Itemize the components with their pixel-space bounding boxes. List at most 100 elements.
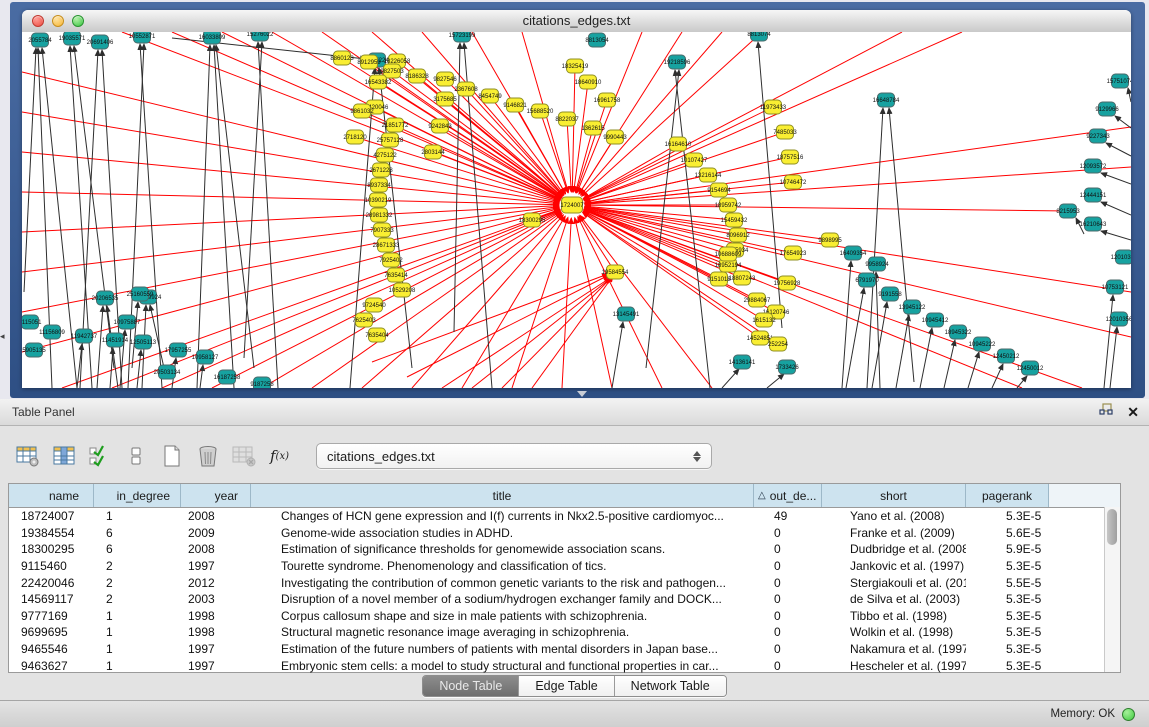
close-window-button[interactable] bbox=[32, 15, 44, 27]
network-edge-black[interactable] bbox=[944, 340, 955, 388]
network-node[interactable]: 16210643 bbox=[1080, 217, 1107, 231]
table-row[interactable]: 2242004622012Investigating the contribut… bbox=[9, 574, 1120, 591]
network-edge-black[interactable] bbox=[1101, 231, 1131, 240]
network-edge-black[interactable] bbox=[1128, 88, 1131, 102]
network-edge-red[interactable] bbox=[162, 210, 560, 388]
network-node[interactable]: 9990443 bbox=[603, 130, 627, 144]
network-edge-black[interactable] bbox=[1017, 376, 1027, 388]
network-node[interactable]: 9129966 bbox=[1095, 102, 1119, 116]
network-edge-black[interactable] bbox=[1101, 173, 1131, 184]
network-node[interactable]: 16409354 bbox=[840, 246, 867, 260]
network-edge-red[interactable] bbox=[22, 112, 559, 203]
table-row[interactable]: 946362711997Embryonic stem cells: a mode… bbox=[9, 657, 1120, 674]
network-edge-red[interactable] bbox=[22, 152, 559, 204]
network-node[interactable]: 28671333 bbox=[373, 238, 400, 252]
network-edge-red[interactable] bbox=[22, 192, 559, 205]
selection-checks-icon[interactable] bbox=[86, 443, 113, 470]
column-header-name[interactable]: name bbox=[9, 484, 94, 507]
network-edge-red[interactable] bbox=[584, 32, 902, 199]
network-node[interactable]: 13945122 bbox=[899, 300, 926, 314]
network-edge-black[interactable] bbox=[1110, 327, 1117, 388]
show-columns-icon[interactable] bbox=[50, 443, 77, 470]
scrollbar-thumb[interactable] bbox=[1107, 509, 1117, 545]
network-edge-black[interactable] bbox=[846, 288, 864, 388]
network-edge-red[interactable] bbox=[585, 205, 1068, 211]
window-titlebar[interactable]: citations_edges.txt bbox=[22, 10, 1131, 33]
network-node[interactable]: 4275122 bbox=[373, 148, 397, 162]
network-node[interactable]: 12444151 bbox=[1080, 188, 1107, 202]
network-node[interactable]: 15459432 bbox=[721, 213, 748, 227]
network-node[interactable]: 9827546 bbox=[433, 72, 457, 86]
network-node[interactable]: 12010356 bbox=[1106, 312, 1131, 326]
network-edge-red[interactable] bbox=[442, 278, 610, 388]
tab-network-table[interactable]: Network Table bbox=[615, 676, 726, 696]
network-node[interactable]: 1362615 bbox=[581, 121, 605, 135]
table-row[interactable]: 911546021997Tourette syndrome. Phenomeno… bbox=[9, 558, 1120, 575]
new-column-icon[interactable] bbox=[158, 443, 185, 470]
network-node[interactable]: 18325419 bbox=[562, 59, 589, 73]
network-node[interactable]: 2055784 bbox=[28, 33, 52, 47]
network-node[interactable]: 10390219 bbox=[365, 193, 392, 207]
network-edge-black[interactable] bbox=[197, 45, 210, 388]
network-edge-red[interactable] bbox=[585, 127, 1131, 203]
network-node[interactable]: 9187258 bbox=[250, 377, 274, 388]
network-node[interactable]: 7635404 bbox=[365, 328, 389, 342]
network-edge-red[interactable] bbox=[577, 32, 642, 193]
minimize-window-button[interactable] bbox=[52, 15, 64, 27]
network-edge-red[interactable] bbox=[562, 218, 571, 388]
network-node[interactable]: 16648784 bbox=[873, 93, 900, 107]
network-node[interactable]: 17957255 bbox=[165, 343, 192, 357]
network-node[interactable]: 9898995 bbox=[818, 233, 842, 247]
table-row[interactable]: 946554611997Estimation of the future num… bbox=[9, 641, 1120, 658]
network-edge-black[interactable] bbox=[258, 42, 278, 388]
network-node[interactable]: 20206535 bbox=[92, 291, 119, 305]
network-edge-red[interactable] bbox=[580, 215, 712, 388]
network-node[interactable]: 7625403 bbox=[352, 313, 376, 327]
table-row[interactable]: 969969511998Structural magnetic resonanc… bbox=[9, 624, 1120, 641]
network-edge-black[interactable] bbox=[216, 45, 254, 368]
network-node[interactable]: 8813074 bbox=[747, 32, 771, 41]
network-edge-black[interactable] bbox=[1106, 143, 1131, 156]
network-edge-red[interactable] bbox=[567, 119, 571, 192]
network-node[interactable]: 2718120 bbox=[343, 130, 367, 144]
network-node[interactable]: 9958924 bbox=[865, 257, 889, 271]
network-node[interactable]: 5905135 bbox=[22, 343, 46, 357]
network-node[interactable]: 19035571 bbox=[59, 32, 86, 45]
network-canvas[interactable]: 2055784190355712069140610552871160338091… bbox=[22, 32, 1131, 388]
network-node[interactable]: 10958127 bbox=[192, 350, 219, 364]
column-header-title[interactable]: title bbox=[251, 484, 754, 507]
network-node[interactable]: 13216144 bbox=[695, 168, 722, 182]
network-node[interactable]: 10746472 bbox=[780, 175, 807, 189]
network-edge-black[interactable] bbox=[722, 369, 739, 388]
network-node[interactable]: 12010354 bbox=[1111, 250, 1131, 264]
column-header-year[interactable]: year bbox=[181, 484, 251, 507]
network-node[interactable]: 2367608 bbox=[454, 82, 478, 96]
network-edge-black[interactable] bbox=[24, 48, 36, 292]
network-edge-red[interactable] bbox=[407, 275, 609, 377]
network-node[interactable]: 13145491 bbox=[613, 307, 640, 321]
table-selector-dropdown[interactable]: citations_edges.txt bbox=[316, 443, 712, 469]
network-node[interactable]: 11156809 bbox=[39, 325, 65, 339]
network-edge-black[interactable] bbox=[867, 108, 883, 388]
float-window-icon[interactable] bbox=[1099, 403, 1113, 421]
network-edge-black[interactable] bbox=[110, 348, 113, 388]
network-edge-black[interactable] bbox=[896, 315, 909, 388]
table-row[interactable]: 977716911998Corpus callosum shape and si… bbox=[9, 608, 1120, 625]
network-node[interactable]: 18945322 bbox=[945, 325, 972, 339]
network-edge-red[interactable] bbox=[584, 32, 962, 200]
network-node[interactable]: 11942737 bbox=[71, 329, 98, 343]
network-edge-black[interactable] bbox=[200, 365, 203, 388]
network-node[interactable]: 8215953 bbox=[1056, 204, 1080, 218]
column-header-short[interactable]: short bbox=[822, 484, 966, 507]
network-node[interactable]: 8937334 bbox=[367, 178, 391, 192]
network-node[interactable]: 8822037 bbox=[555, 112, 579, 126]
table-settings-icon[interactable] bbox=[14, 443, 41, 470]
network-edge-red[interactable] bbox=[112, 210, 560, 388]
network-node[interactable]: 9146821 bbox=[503, 98, 527, 112]
network-node[interactable]: 7485033 bbox=[773, 125, 797, 139]
network-node[interactable]: 9115051 bbox=[22, 315, 42, 329]
column-header-pagerank[interactable]: pagerank bbox=[966, 484, 1049, 507]
network-node[interactable]: 12093572 bbox=[1080, 159, 1107, 173]
table-row[interactable]: 1872400712008Changes of HCN gene express… bbox=[9, 508, 1120, 525]
table-vertical-scrollbar[interactable] bbox=[1104, 507, 1120, 672]
